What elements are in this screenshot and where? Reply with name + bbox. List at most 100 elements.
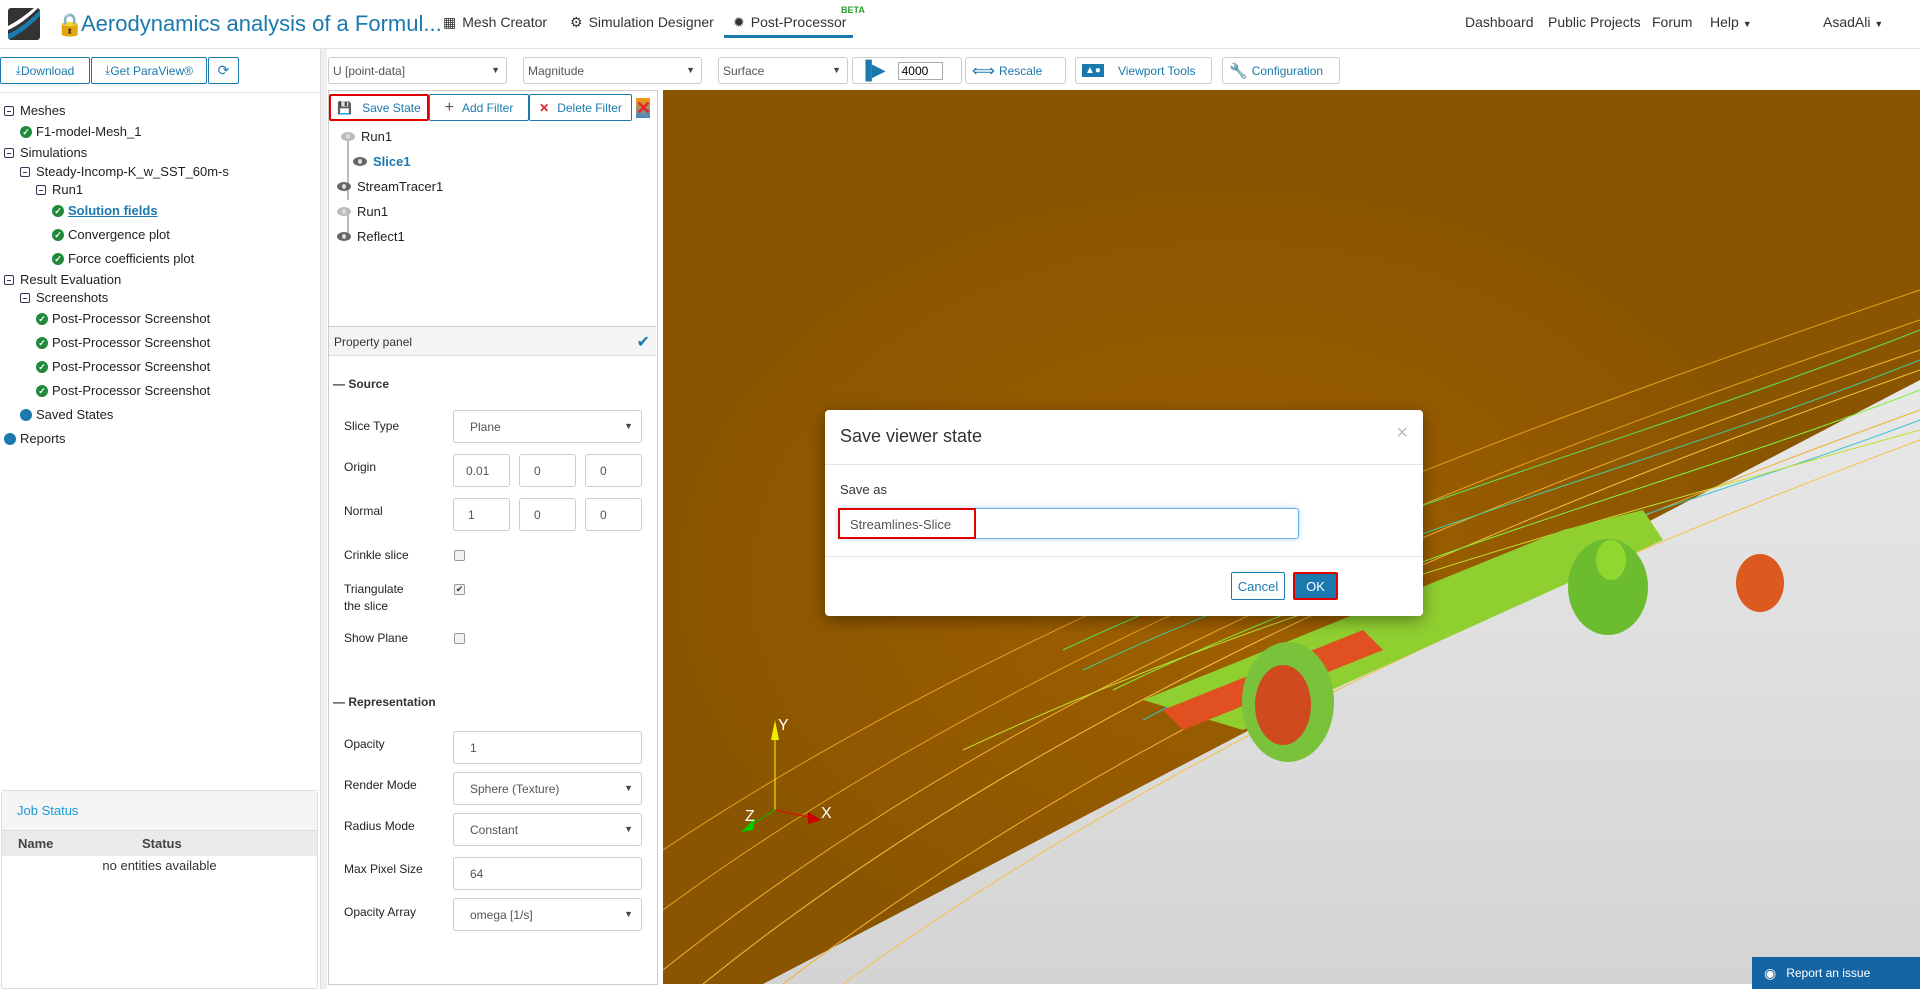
collapse-icon [4,105,14,116]
opacity-input[interactable]: 1 [453,731,642,764]
grid-icon: ▦ [443,14,457,30]
axis-label-y: Y [778,717,789,734]
axis-label-x: X [821,805,832,822]
collapse-icon [4,274,14,285]
caret-down-icon: ▼ [624,783,633,793]
check-circle-icon: ✓ [52,252,64,265]
save-state-button[interactable]: 💾 Save State [329,94,429,121]
tree-simulation-item[interactable]: Steady-Incomp-K_w_SST_60m-s [20,164,229,179]
opacity-label: Opacity [344,737,385,751]
origin-z-input[interactable]: 0 [585,454,642,487]
arrows-horizontal-icon: ⟺ [972,62,995,80]
caret-down-icon: ▼ [1742,19,1752,29]
wrench-icon: 🔧 [1229,62,1248,80]
tree-reports[interactable]: Reports [4,431,66,446]
tree-solution-fields[interactable]: ✓ Solution fields [52,203,158,218]
max-pixel-size-label: Max Pixel Size [344,862,423,876]
triangulate-checkbox[interactable]: ✔ [454,584,465,595]
pipeline-item[interactable]: Run1 [337,204,388,219]
get-paraview-button[interactable]: ⤓ Get ParaView® [91,57,207,84]
rescale-button[interactable]: ⟺ Rescale [965,57,1066,84]
tree-simulations[interactable]: Simulations [4,145,87,160]
pipeline-item[interactable]: Run1 [341,129,392,144]
user-menu[interactable]: AsadAli ▼ [1823,14,1883,30]
save-as-input-value[interactable]: Streamlines-Slice [838,508,976,539]
eye-icon[interactable] [353,157,367,166]
ok-button[interactable]: OK [1293,572,1338,600]
clear-pipeline-icon[interactable]: ✕ [636,98,651,118]
tree-screenshots[interactable]: Screenshots [20,290,108,305]
eye-icon[interactable] [337,232,351,241]
delete-filter-button[interactable]: ✕ Delete Filter [529,94,632,121]
radius-mode-select[interactable]: Constant ▼ [453,813,642,846]
check-icon[interactable]: ✔ [637,332,650,352]
render-mode-select[interactable]: Sphere (Texture) ▼ [453,772,642,805]
tree-meshes[interactable]: Meshes [4,103,66,118]
check-circle-icon: ✓ [52,228,64,241]
report-issue-button[interactable]: ◉ Report an issue [1752,957,1920,989]
gears-icon: ⚙ [570,14,583,30]
refresh-button[interactable]: ⟳ [208,57,239,84]
tree-force-coefficients-plot[interactable]: ✓ Force coefficients plot [52,251,194,266]
caret-down-icon: ▼ [624,909,633,919]
viewport-tools-button[interactable]: ▲● Viewport Tools [1075,57,1212,84]
normal-y-input[interactable]: 0 [519,498,576,531]
column-status[interactable]: Status [142,836,182,851]
nav-mesh-creator[interactable]: ▦ Mesh Creator [443,14,547,31]
sidebar-splitter[interactable] [320,49,327,989]
eye-icon[interactable] [337,207,351,216]
project-title: Aerodynamics analysis of a Formul... [81,11,442,36]
max-pixel-size-input[interactable]: 64 [453,857,642,890]
dialog-title: Save viewer state [840,426,983,446]
column-name[interactable]: Name [18,836,53,851]
field-select[interactable]: U [point-data] ▼ [328,57,507,84]
nav-post-processor[interactable]: ✹ Post-Processor [733,14,846,31]
cancel-button[interactable]: Cancel [1231,572,1285,600]
tree-mesh-item[interactable]: ✓ F1-model-Mesh_1 [20,124,142,139]
property-panel-header[interactable]: Property panel ✔ [329,326,656,356]
nav-forum[interactable]: Forum [1652,14,1692,30]
close-icon[interactable]: × [1396,422,1408,445]
app-logo[interactable] [8,8,40,40]
representation-select[interactable]: Surface ▼ [718,57,848,84]
eye-icon[interactable] [337,182,351,191]
check-circle-icon: ✓ [20,125,32,138]
tree-screenshot-item[interactable]: ✓ Post-Processor Screenshot [36,383,210,398]
component-select[interactable]: Magnitude ▼ [523,57,702,84]
pipeline-item[interactable]: Reflect1 [337,229,405,244]
tree-convergence-plot[interactable]: ✓ Convergence plot [52,227,170,242]
nav-public-projects[interactable]: Public Projects [1548,14,1641,30]
pipeline-item-selected[interactable]: Slice1 [353,154,411,169]
eye-icon[interactable] [341,132,355,141]
nav-simulation-designer[interactable]: ⚙ Simulation Designer [570,14,714,31]
crinkle-checkbox[interactable] [454,550,465,561]
origin-x-input[interactable]: 0.01 [453,454,510,487]
origin-y-input[interactable]: 0 [519,454,576,487]
opacity-array-select[interactable]: omega [1/s] ▼ [453,898,642,931]
tree-run1[interactable]: Run1 [36,182,83,197]
nav-help[interactable]: Help ▼ [1710,14,1752,30]
axis-label-z: Z [745,808,755,825]
tree-screenshot-item[interactable]: ✓ Post-Processor Screenshot [36,335,210,350]
tree-saved-states[interactable]: Saved States [20,407,113,422]
render-mode-label: Render Mode [344,778,417,792]
source-section-header[interactable]: — Source [333,377,389,391]
caret-down-icon: ▼ [491,65,500,75]
representation-section-header[interactable]: — Representation [333,695,436,709]
tree-result-evaluation[interactable]: Result Evaluation [4,272,121,287]
nav-dashboard[interactable]: Dashboard [1465,14,1534,30]
download-button[interactable]: ⤓ Download [0,57,90,84]
add-filter-button[interactable]: + Add Filter [429,94,529,121]
tree-screenshot-item[interactable]: ✓ Post-Processor Screenshot [36,311,210,326]
configuration-button[interactable]: 🔧 Configuration [1222,57,1340,84]
pipeline-item[interactable]: StreamTracer1 [337,179,443,194]
normal-z-input[interactable]: 0 [585,498,642,531]
tree-screenshot-item[interactable]: ✓ Post-Processor Screenshot [36,359,210,374]
normal-x-input[interactable]: 1 [453,498,510,531]
caret-down-icon: ▼ [832,65,841,75]
show-plane-checkbox[interactable] [454,633,465,644]
collapse-icon [20,166,30,177]
timestep-input[interactable]: 4000 [897,61,943,80]
slice-type-select[interactable]: Plane ▼ [453,410,642,443]
play-icon[interactable]: ▐▶ [859,60,886,81]
